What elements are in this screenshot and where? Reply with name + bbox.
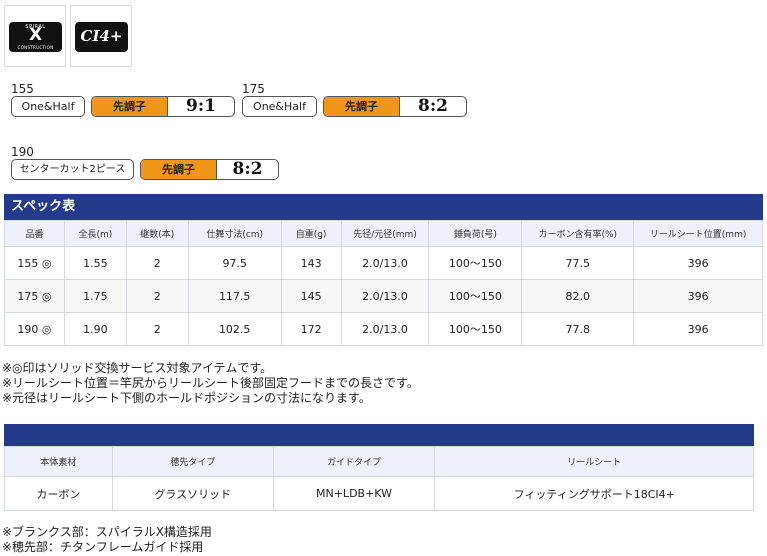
taper-label: 先調子 <box>141 160 217 179</box>
taper-ratio: 8:2 <box>418 96 448 116</box>
header-cell: 継数(本) <box>125 220 189 247</box>
table-row: 190 ◎ 1.90 2 102.5 172 2.0/13.0 100〜150 … <box>4 312 763 346</box>
model-code: 190 <box>11 145 34 159</box>
table-cell: 143 <box>280 246 342 280</box>
table-cell: グラスソリッド <box>111 476 274 511</box>
table-cell: 117.5 <box>187 279 282 313</box>
table-row: カーボン グラスソリッド MN+LDB+KW フィッティングサポート18CI4+ <box>4 476 754 511</box>
taper-label: 先調子 <box>324 97 400 116</box>
table-cell: 102.5 <box>187 312 282 346</box>
table-cell: 1.90 <box>63 312 127 346</box>
header-cell: 先径/元径(mm) <box>340 220 430 247</box>
note-line: ※リールシート位置＝竿尻からリールシート後部固定フードまでの長さです。 <box>2 376 419 390</box>
header-cell: ガイドタイプ <box>272 446 436 477</box>
table-cell: 100〜150 <box>428 312 523 346</box>
spec-notes: ※◎印はソリッド交換サービス対象アイテムです。 ※リールシート位置＝竿尻からリー… <box>2 361 419 406</box>
note-line: ※ブランクス部：スパイラルX構造採用 <box>2 525 212 539</box>
taper-badge: 先調子 9:1 <box>91 96 235 117</box>
taper-badge: 先調子 8:2 <box>323 96 467 117</box>
table-cell: 2.0/13.0 <box>340 246 430 280</box>
table-cell: 396 <box>633 279 763 313</box>
table-cell: 100〜150 <box>428 246 523 280</box>
table-cell: 97.5 <box>187 246 282 280</box>
spec-title: スペック表 <box>11 199 76 214</box>
spiral-x-logo: SPIRAL X CONSTRUCTION <box>4 5 66 67</box>
table-cell: 175 ◎ <box>4 279 65 313</box>
table-row: 175 ◎ 1.75 2 117.5 145 2.0/13.0 100〜150 … <box>4 279 763 313</box>
taper-ratio: 8:2 <box>232 159 263 179</box>
table-cell: 2.0/13.0 <box>340 279 430 313</box>
footnotes: ※ブランクス部：スパイラルX構造採用 ※穂先部：チタンフレームガイド採用 <box>2 525 212 555</box>
header-cell: 品番 <box>4 220 65 247</box>
spiral-x-logo-bottom-text: CONSTRUCTION <box>17 45 54 50</box>
table-cell: 172 <box>280 312 342 346</box>
taper-ratio: 9:1 <box>186 96 216 116</box>
table-row: 155 ◎ 1.55 2 97.5 143 2.0/13.0 100〜150 7… <box>4 246 763 280</box>
table-cell: 82.0 <box>521 279 635 313</box>
header-cell: 仕舞寸法(cm) <box>187 220 282 247</box>
note-line: ※◎印はソリッド交換サービス対象アイテムです。 <box>2 361 273 375</box>
model-type-badge: One&Half <box>11 96 85 117</box>
table-cell: 2.0/13.0 <box>340 312 430 346</box>
model-code: 155 <box>11 82 34 96</box>
ci4-logo-mark: CI4+ <box>80 27 123 45</box>
table-cell: 2 <box>125 246 189 280</box>
table-cell: 155 ◎ <box>4 246 65 280</box>
model-175: 175 One&Half 先調子 8:2 <box>242 82 468 118</box>
table-cell: 100〜150 <box>428 279 523 313</box>
header-cell: リールシート位置(mm) <box>633 220 763 247</box>
table-cell: 396 <box>633 246 763 280</box>
note-line: ※元径はリールシート下側のホールドポジションの寸法になります。 <box>2 391 371 405</box>
materials-header-bar <box>4 424 754 446</box>
model-type-badge: センターカット2ピース <box>11 159 134 180</box>
header-cell: 穂先タイプ <box>111 446 274 477</box>
table-cell: 2 <box>125 312 189 346</box>
header-cell: 本体素材 <box>4 446 113 477</box>
table-cell: 190 ◎ <box>4 312 65 346</box>
ci4-logo: CI4+ <box>70 5 132 67</box>
taper-label: 先調子 <box>92 97 168 116</box>
model-155: 155 One&Half 先調子 9:1 <box>11 82 236 118</box>
header-cell: リールシート <box>434 446 754 477</box>
table-cell: 145 <box>280 279 342 313</box>
spec-header-bar: スペック表 <box>4 194 763 220</box>
spec-table: 品番 全長(m) 継数(本) 仕舞寸法(cm) 自重(g) 先径/元径(mm) … <box>4 220 763 346</box>
table-cell: 1.55 <box>63 246 127 280</box>
model-190: 190 センターカット2ピース 先調子 8:2 <box>11 145 281 181</box>
materials-table: 本体素材 穂先タイプ ガイドタイプ リールシート カーボン グラスソリッド MN… <box>4 446 754 511</box>
table-cell: 1.75 <box>63 279 127 313</box>
spiral-x-logo-mark: X <box>28 25 43 45</box>
table-cell: MN+LDB+KW <box>272 476 436 511</box>
table-cell: 2 <box>125 279 189 313</box>
note-line: ※穂先部：チタンフレームガイド採用 <box>2 540 204 554</box>
table-cell: 396 <box>633 312 763 346</box>
table-cell: カーボン <box>4 476 113 511</box>
header-cell: カーボン含有率(%) <box>521 220 635 247</box>
model-type-badge: One&Half <box>242 96 317 117</box>
header-cell: 錘負荷(号) <box>428 220 523 247</box>
model-code: 175 <box>242 82 265 96</box>
spec-header-row: 品番 全長(m) 継数(本) 仕舞寸法(cm) 自重(g) 先径/元径(mm) … <box>4 220 763 247</box>
materials-header-row: 本体素材 穂先タイプ ガイドタイプ リールシート <box>4 446 754 477</box>
table-cell: 77.8 <box>521 312 635 346</box>
header-cell: 自重(g) <box>280 220 342 247</box>
header-cell: 全長(m) <box>63 220 127 247</box>
taper-badge: 先調子 8:2 <box>140 159 279 180</box>
table-cell: フィッティングサポート18CI4+ <box>434 476 754 511</box>
table-cell: 77.5 <box>521 246 635 280</box>
